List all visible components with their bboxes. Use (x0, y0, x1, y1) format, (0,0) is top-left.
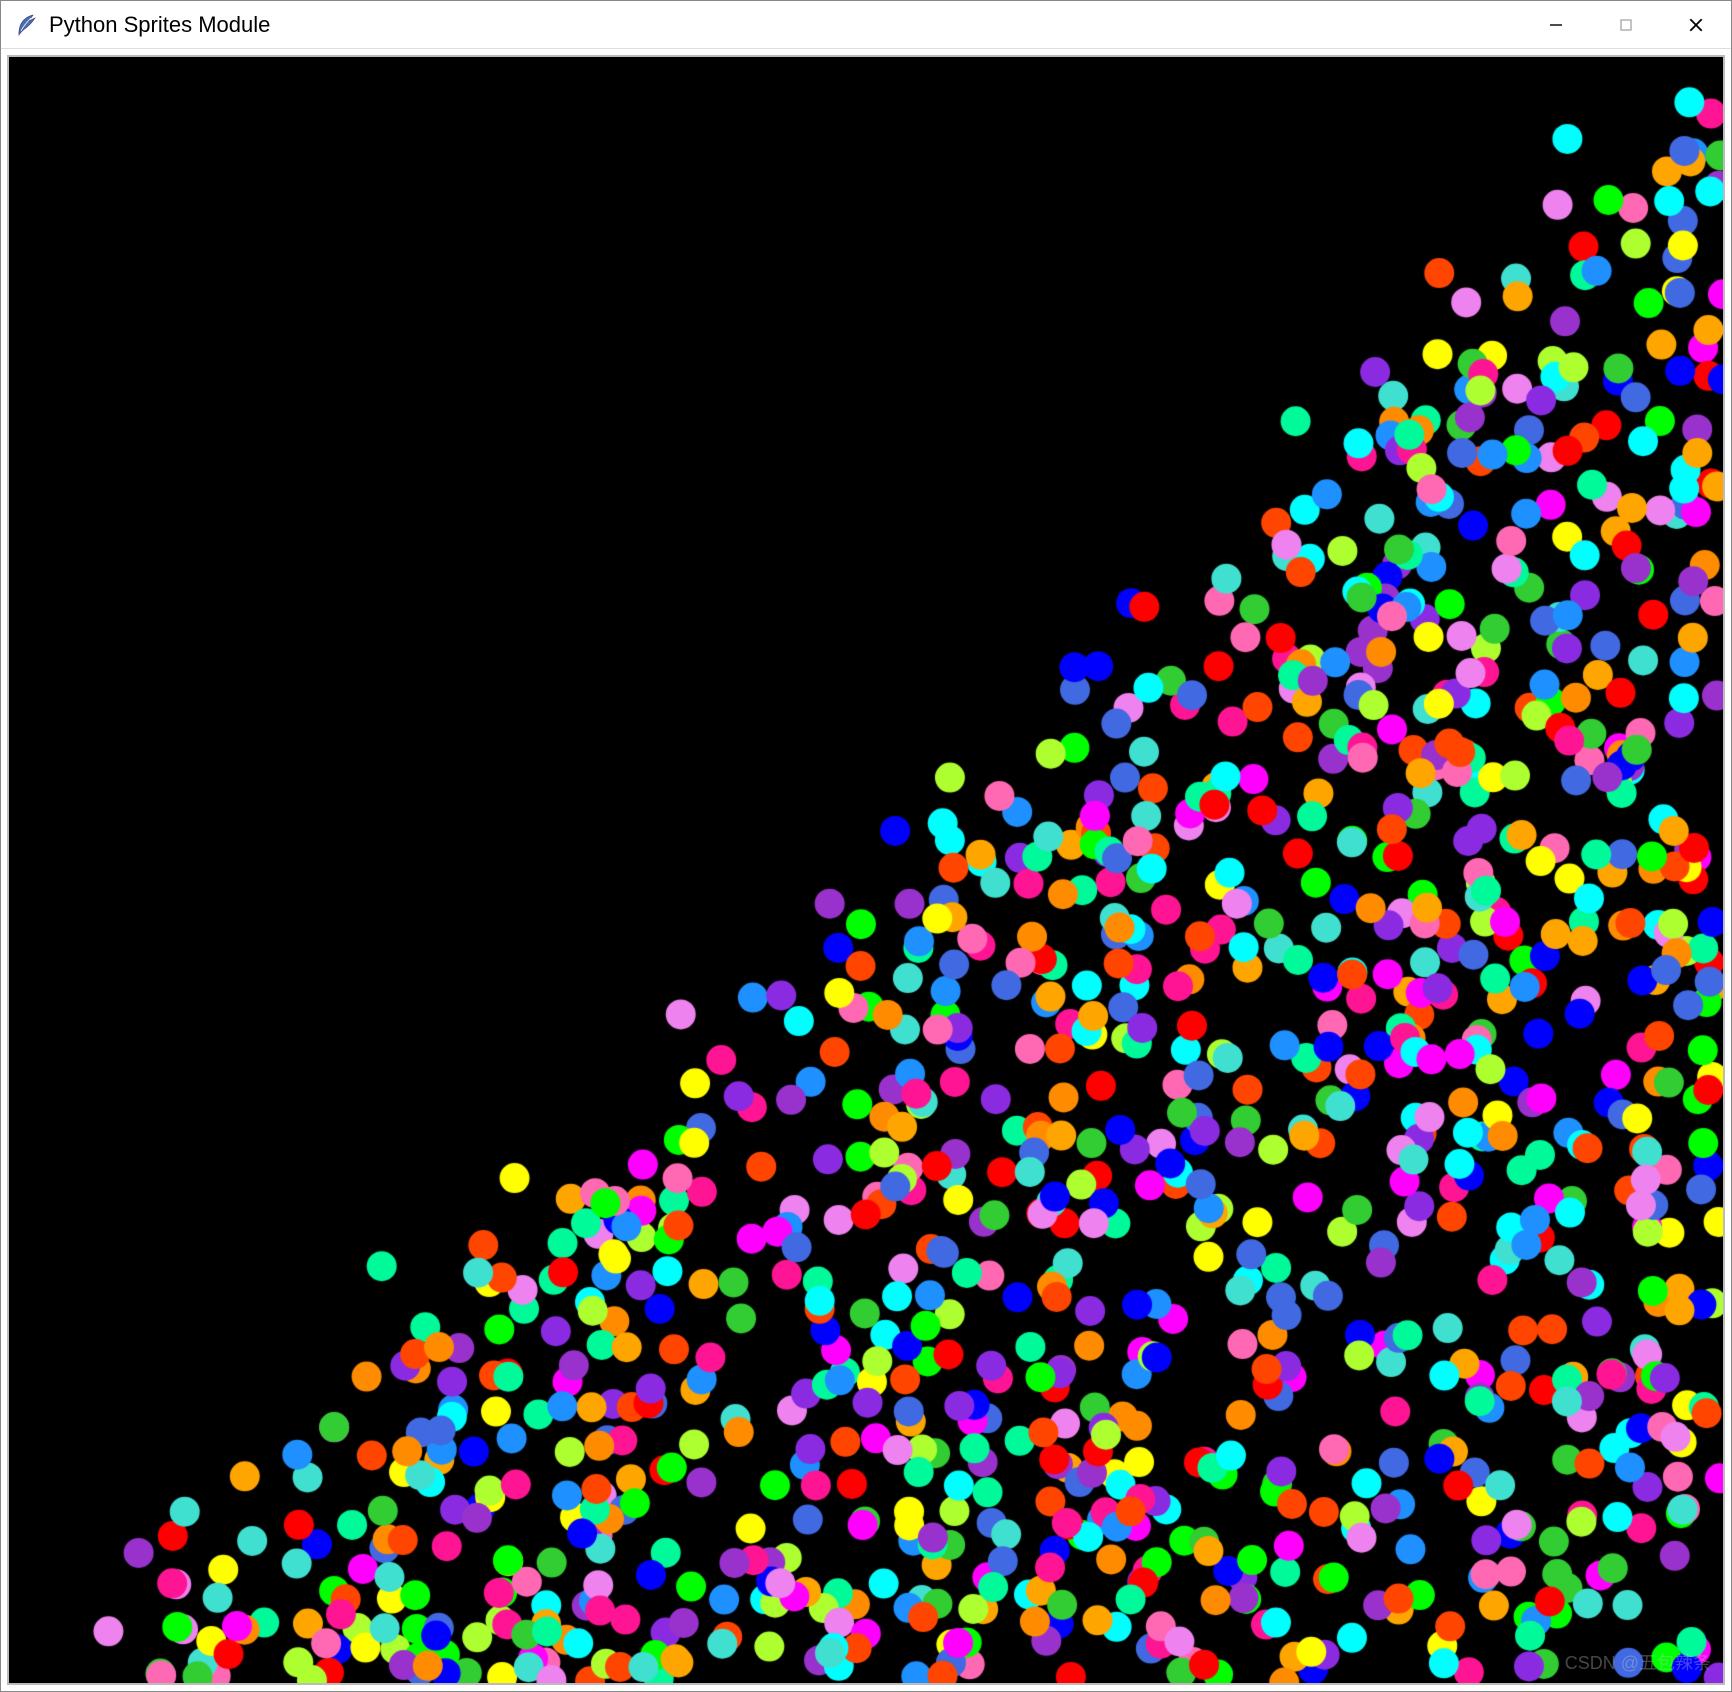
window-title: Python Sprites Module (49, 12, 1521, 38)
close-icon (1688, 17, 1704, 33)
canvas-border: CSDN @五包辣条 (7, 55, 1725, 1685)
titlebar[interactable]: Python Sprites Module (1, 1, 1731, 49)
minimize-icon (1549, 18, 1563, 32)
tk-feather-icon (13, 13, 37, 37)
maximize-button[interactable] (1591, 1, 1661, 48)
sprite-canvas[interactable] (9, 57, 1723, 1683)
app-window: Python Sprites Module CSD (0, 0, 1732, 1692)
maximize-icon (1619, 18, 1633, 32)
minimize-button[interactable] (1521, 1, 1591, 48)
canvas-container: CSDN @五包辣条 (1, 49, 1731, 1691)
close-button[interactable] (1661, 1, 1731, 48)
window-controls (1521, 1, 1731, 48)
